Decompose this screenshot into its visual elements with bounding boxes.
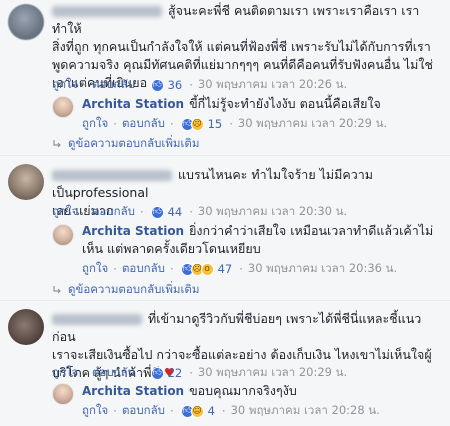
separator: · xyxy=(169,262,174,276)
commenter-avatar[interactable] xyxy=(8,309,44,345)
like-link[interactable]: ถูกใจ xyxy=(52,76,78,94)
separator: · xyxy=(113,262,117,276)
commenter-name[interactable] xyxy=(52,6,162,17)
commenter-name[interactable] xyxy=(52,314,142,325)
reply-link[interactable]: ตอบกลับ xyxy=(92,76,135,94)
reply-text: Archita Station ขอบคุณมากจริงๆงับ xyxy=(82,382,444,400)
reaction-count[interactable]: 4 xyxy=(208,404,215,418)
comment-timestamp[interactable]: 30 พฤษภาคม เวลา 20:26 น. xyxy=(198,76,347,94)
reply-link[interactable]: ตอบกลับ xyxy=(122,402,165,420)
separator: · xyxy=(169,404,174,418)
comment-timestamp[interactable]: 30 พฤษภาคม เวลา 20:30 น. xyxy=(198,203,347,221)
reaction-summary[interactable]: 👍︎ xyxy=(150,78,164,92)
separator: · xyxy=(221,404,226,418)
wow-reaction-icon: o xyxy=(200,262,214,276)
like-reaction-icon: 👍︎ xyxy=(150,366,164,380)
reply-avatar[interactable] xyxy=(52,224,74,246)
reply-text-line: ขอบคุณมากจริงๆงับ xyxy=(189,383,297,398)
reply-meta: ถูกใจ · ตอบกลับ · 👍︎ ☺ 4 · 30 พฤษภาคม เวล… xyxy=(82,402,380,420)
comment-text-line: สิ่งที่ถูก ทุกคนเป็นกำลังใจให้ แต่คนที่ฟ… xyxy=(52,39,431,54)
like-link[interactable]: ถูกใจ xyxy=(82,260,108,278)
separator: · xyxy=(189,366,193,380)
reply-timestamp[interactable]: 30 พฤษภาคม เวลา 20:29 น. xyxy=(238,115,387,133)
reply-arrow-icon xyxy=(53,140,61,148)
more-replies-link[interactable]: ดูข้อความตอบกลับเพิ่มเติม xyxy=(52,281,199,299)
separator: · xyxy=(139,78,144,92)
commenter-avatar[interactable] xyxy=(8,4,44,40)
separator: · xyxy=(113,404,117,418)
reaction-summary[interactable]: 👍︎ xyxy=(150,366,164,380)
reply-text-line: ยิ่งกว่าคำว่าเสียใจ เหมือนเวลาทำดีแล้วเค… xyxy=(189,223,434,238)
divider xyxy=(0,300,450,301)
divider xyxy=(0,155,450,156)
commenter-avatar[interactable] xyxy=(8,164,44,200)
more-replies-label: ดูข้อความตอบกลับเพิ่มเติม xyxy=(68,282,200,296)
comment-timestamp[interactable]: 30 พฤษภาคม เวลา 20:29 น. xyxy=(198,364,347,382)
reply-text-line: เห็น แต่พลาดครั้งเดียวโดนเหยียบ xyxy=(82,241,261,256)
comment-text-line: เราจะเสียเงินซื้อไป กว่าจะซื้อแต่ละอย่าง… xyxy=(52,347,432,362)
separator: · xyxy=(139,205,144,219)
reply-text: Archita Station ยิ่งกว่าคำว่าเสียใจ เหมือ… xyxy=(82,222,444,258)
reaction-count[interactable]: 15 xyxy=(208,117,223,131)
more-replies-link[interactable]: ดูข้อความตอบกลับเพิ่มเติม xyxy=(52,135,199,153)
separator: · xyxy=(169,117,174,131)
reaction-summary[interactable]: 👍︎ ☺ xyxy=(180,404,204,418)
reply-author-name[interactable]: Archita Station xyxy=(82,384,184,398)
reply-avatar[interactable] xyxy=(52,96,74,118)
like-link[interactable]: ถูกใจ xyxy=(82,402,108,420)
separator: · xyxy=(83,78,87,92)
sad-reaction-icon: ☹ xyxy=(190,117,204,131)
separator: · xyxy=(83,205,87,219)
like-link[interactable]: ถูกใจ xyxy=(82,115,108,133)
reaction-count[interactable]: 22 xyxy=(168,366,183,380)
reply-link[interactable]: ตอบกลับ xyxy=(122,260,165,278)
reply-arrow-icon xyxy=(53,286,61,294)
reply-link[interactable]: ตอบกลับ xyxy=(92,364,135,382)
reaction-summary[interactable]: 👍︎ ☹ xyxy=(180,117,204,131)
reaction-count[interactable]: 44 xyxy=(168,205,183,219)
reaction-summary[interactable]: 👍︎ xyxy=(150,205,164,219)
separator: · xyxy=(83,366,87,380)
separator: · xyxy=(229,117,233,131)
more-replies-label: ดูข้อความตอบกลับเพิ่มเติม xyxy=(68,136,200,150)
comment-meta: ถูกใจ · ตอบกลับ · 👍︎ 44 · 30 พฤษภาคม เวล… xyxy=(52,203,347,221)
reply-text-line: ขี้กี่ไม่รู้จะทำยังไงงับ ตอนนี้คือเสียใจ xyxy=(189,96,381,111)
reply-meta: ถูกใจ · ตอบกลับ · 👍︎ ☹ o 47 · 30 พฤษภาคม เ… xyxy=(82,260,397,278)
commenter-name[interactable] xyxy=(52,170,172,181)
reaction-count[interactable]: 36 xyxy=(168,78,183,92)
comment-meta: ถูกใจ · ตอบกลับ · 👍︎ 22 · 30 พฤษภาคม เวล… xyxy=(52,364,347,382)
separator: · xyxy=(189,78,193,92)
separator: · xyxy=(189,205,193,219)
separator: · xyxy=(113,117,117,131)
like-reaction-icon: 👍︎ xyxy=(150,205,164,219)
like-reaction-icon: 👍︎ xyxy=(150,78,164,92)
reply-author-name[interactable]: Archita Station xyxy=(82,97,184,111)
separator: · xyxy=(239,262,243,276)
comment-meta: ถูกใจ · ตอบกลับ · 👍︎ 36 · 30 พฤษภาคม เวล… xyxy=(52,76,347,94)
reply-timestamp[interactable]: 30 พฤษภาคม เวลา 20:36 น. xyxy=(248,260,397,278)
like-link[interactable]: ถูกใจ xyxy=(52,364,78,382)
reaction-summary[interactable]: 👍︎ ☹ o xyxy=(180,262,214,276)
reaction-count[interactable]: 47 xyxy=(218,262,233,276)
reply-text: Archita Station ขี้กี่ไม่รู้จะทำยังไงงับ … xyxy=(82,95,444,113)
reply-author-name[interactable]: Archita Station xyxy=(82,224,184,238)
reply-timestamp[interactable]: 30 พฤษภาคม เวลา 20:28 น. xyxy=(231,402,380,420)
reply-link[interactable]: ตอบกลับ xyxy=(92,203,135,221)
reply-link[interactable]: ตอบกลับ xyxy=(122,115,165,133)
reply-avatar[interactable] xyxy=(52,383,74,405)
haha-reaction-icon: ☺ xyxy=(190,404,204,418)
reply-meta: ถูกใจ · ตอบกลับ · 👍︎ ☹ 15 · 30 พฤษภาคม เว… xyxy=(82,115,387,133)
like-link[interactable]: ถูกใจ xyxy=(52,203,78,221)
separator: · xyxy=(139,366,144,380)
comment-text-line: พูดความจริง คุณมีทัศนคติที่แย่มากๆๆๆ คนท… xyxy=(52,57,433,72)
